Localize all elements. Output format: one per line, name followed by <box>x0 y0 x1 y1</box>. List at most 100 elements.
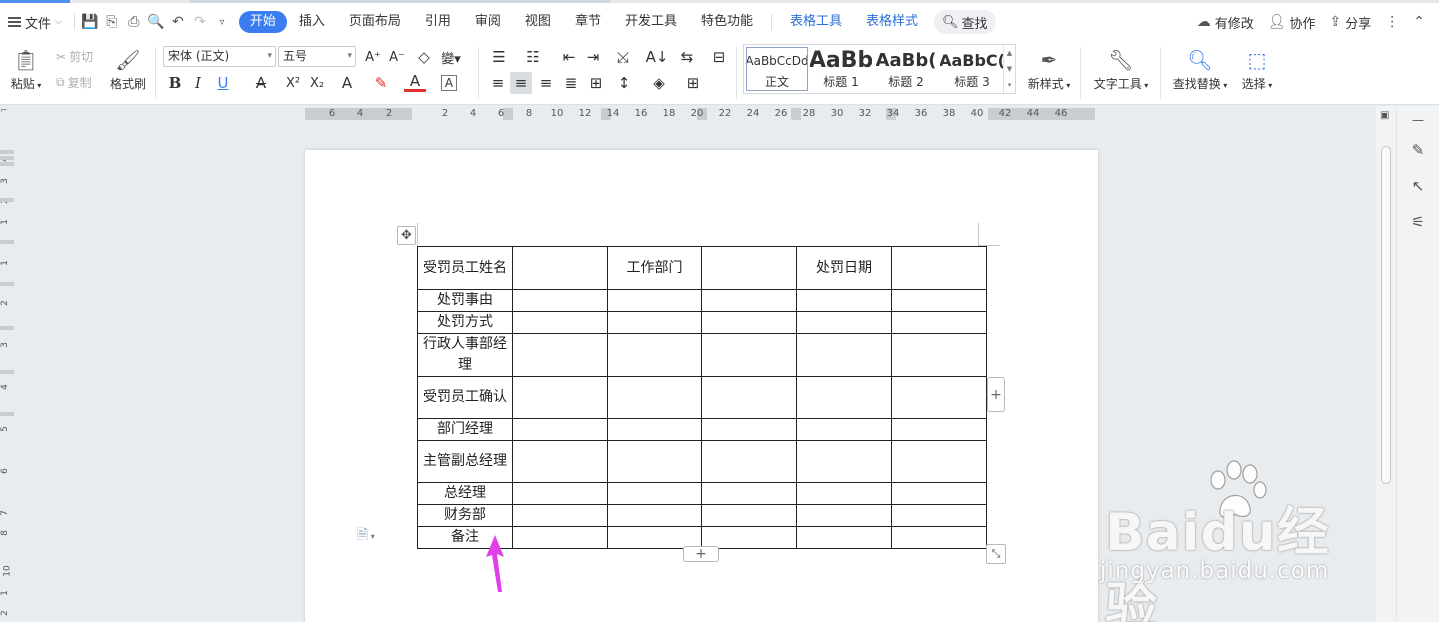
ruler-column-marker[interactable] <box>503 108 513 120</box>
new-style-button[interactable]: ✒ 新样式 ▾ <box>1024 45 1074 92</box>
row-header-cell[interactable]: 总经理 <box>417 482 513 505</box>
vertical-ruler[interactable]: 4321123456781012 <box>0 122 14 622</box>
superscript-icon[interactable]: X² <box>282 72 304 94</box>
tab-review[interactable]: 审阅 <box>463 11 513 33</box>
output-icon[interactable]: ⎘ <box>101 9 123 35</box>
table-cell[interactable] <box>607 333 702 377</box>
tab-page-layout[interactable]: 页面布局 <box>337 11 413 33</box>
table-cell[interactable] <box>891 376 987 419</box>
table-cell[interactable] <box>796 289 892 312</box>
row-header-cell[interactable]: 部门经理 <box>417 418 513 441</box>
file-menu-button[interactable]: 文件 ⌵ <box>0 9 70 35</box>
align-left-icon[interactable]: ≡ <box>487 72 509 94</box>
table-cell[interactable] <box>891 504 987 527</box>
punishment-table[interactable]: 受罚员工姓名 工作部门 处罚日期 处罚事由 处罚方式 行政人事部经理 受罚员工确认 部门经理主… <box>417 246 987 549</box>
table-cell[interactable] <box>701 418 797 441</box>
table-cell[interactable] <box>512 504 608 527</box>
text-tools-button[interactable]: 🔧︎ 文字工具 ▾ <box>1092 45 1150 92</box>
paste-button[interactable]: 📋︎ 粘贴 ▾ <box>8 45 44 92</box>
paragraph-options-icon[interactable]: 🗎︎ ▾ <box>357 524 375 548</box>
table-cell[interactable] <box>891 482 987 505</box>
table-cell[interactable] <box>891 333 987 377</box>
table-cell[interactable] <box>796 526 892 549</box>
table-cell[interactable] <box>796 482 892 505</box>
table-cell[interactable] <box>796 440 892 483</box>
table-cell[interactable] <box>891 418 987 441</box>
show-marks-icon[interactable]: ⇆ <box>676 46 698 68</box>
row-header-cell[interactable]: 主管副总经理 <box>417 440 513 483</box>
share-button[interactable]: ⇪ 分享 <box>1330 13 1372 32</box>
distributed-icon[interactable]: ⊞ <box>585 72 607 94</box>
style-normal[interactable]: AaBbCcDd 正文 <box>746 47 808 91</box>
table-cell[interactable] <box>891 311 987 334</box>
bullet-list-icon[interactable]: ☰ <box>488 46 510 68</box>
tab-table-tools[interactable]: 表格工具 <box>778 11 854 33</box>
table-cell[interactable] <box>607 376 702 419</box>
search-tab[interactable]: 🔍︎ 查找 <box>934 10 996 34</box>
row-header-cell[interactable]: 受罚员工确认 <box>417 376 513 419</box>
select-button[interactable]: ⬚ 选择 ▾ <box>1238 45 1276 92</box>
find-replace-button[interactable]: 🔍︎ 查找替换 ▾ <box>1170 45 1230 92</box>
undo-icon[interactable]: ↶ <box>167 9 189 35</box>
tab-stops-icon[interactable]: ⊟ <box>708 46 730 68</box>
split-view-icon[interactable]: ▣ <box>1380 110 1389 121</box>
table-resize-handle[interactable]: ⤡ <box>986 544 1006 564</box>
table-cell[interactable] <box>891 246 987 290</box>
tab-home[interactable]: 开始 <box>238 11 287 33</box>
add-column-button[interactable]: + <box>987 377 1005 412</box>
row-header-cell[interactable]: 行政人事部经理 <box>417 333 513 377</box>
row-header-cell[interactable]: 财务部 <box>417 504 513 527</box>
bold-icon[interactable]: B <box>164 72 186 94</box>
scrollbar-thumb[interactable] <box>1381 146 1391 484</box>
table-cell[interactable] <box>891 526 987 549</box>
table-cell[interactable] <box>607 289 702 312</box>
decrease-indent-icon[interactable]: ⇤ <box>558 46 580 68</box>
print-icon[interactable]: ⎙ <box>123 9 145 35</box>
strikethrough-icon[interactable]: A <box>250 72 272 94</box>
table-cell[interactable] <box>512 418 608 441</box>
table-cell[interactable] <box>796 311 892 334</box>
table-cell[interactable] <box>512 482 608 505</box>
italic-icon[interactable]: I <box>187 72 209 94</box>
table-cell[interactable] <box>512 289 608 312</box>
more-options-button[interactable]: ⋮ <box>1385 14 1399 30</box>
format-painter-button[interactable]: 🖌︎ 格式刷 <box>108 45 148 92</box>
shading-icon[interactable]: ◈ <box>648 72 670 94</box>
quick-access-dropdown-icon[interactable]: ▿ <box>211 9 233 35</box>
highlight-icon[interactable]: ✎ <box>370 72 392 94</box>
tab-insert[interactable]: 插入 <box>287 11 337 33</box>
table-cell[interactable] <box>701 311 797 334</box>
pen-icon[interactable]: ✎ <box>1408 140 1428 160</box>
chinese-layout-icon[interactable]: ⤩ <box>612 46 634 68</box>
justify-icon[interactable]: ≣ <box>560 72 582 94</box>
table-cell[interactable] <box>701 246 797 290</box>
cut-button[interactable]: ✂ 剪切 <box>56 48 93 65</box>
table-cell[interactable] <box>512 246 608 290</box>
tab-special-features[interactable]: 特色功能 <box>689 11 765 33</box>
redo-icon[interactable]: ↷ <box>189 9 211 35</box>
clear-format-icon[interactable]: ◇ <box>413 46 435 68</box>
tab-table-style[interactable]: 表格样式 <box>854 11 930 33</box>
horizontal-ruler[interactable]: 6 4 2 2 4 6 8 10 12 14 16 18 20 22 24 26 28 30 32 34 36 38 40 4… <box>305 106 1095 122</box>
subscript-icon[interactable]: X₂ <box>306 72 328 94</box>
cursor-icon[interactable]: ↖ <box>1408 176 1428 196</box>
table-cell[interactable] <box>607 311 702 334</box>
table-cell[interactable] <box>607 418 702 441</box>
align-right-icon[interactable]: ≡ <box>535 72 557 94</box>
save-icon[interactable]: 💾 <box>79 9 101 35</box>
table-cell[interactable] <box>512 526 608 549</box>
table-cell[interactable] <box>701 482 797 505</box>
character-border-icon[interactable]: A <box>441 75 457 91</box>
ruler-column-marker[interactable] <box>791 108 801 120</box>
table-cell[interactable] <box>796 376 892 419</box>
sort-icon[interactable]: A↓ <box>646 46 669 68</box>
table-cell[interactable]: 工作部门 <box>607 246 702 290</box>
table-cell[interactable] <box>701 504 797 527</box>
style-heading-1[interactable]: AaBb 标题 1 <box>810 47 872 91</box>
grow-font-icon[interactable]: A⁺ <box>362 46 384 68</box>
table-cell[interactable] <box>796 504 892 527</box>
print-preview-icon[interactable]: 🔍 <box>145 9 167 35</box>
settings-sliders-icon[interactable]: ⚟ <box>1408 212 1428 232</box>
row-header-cell[interactable]: 处罚方式 <box>417 311 513 334</box>
modified-button[interactable]: ☁ 有修改 <box>1197 13 1254 32</box>
